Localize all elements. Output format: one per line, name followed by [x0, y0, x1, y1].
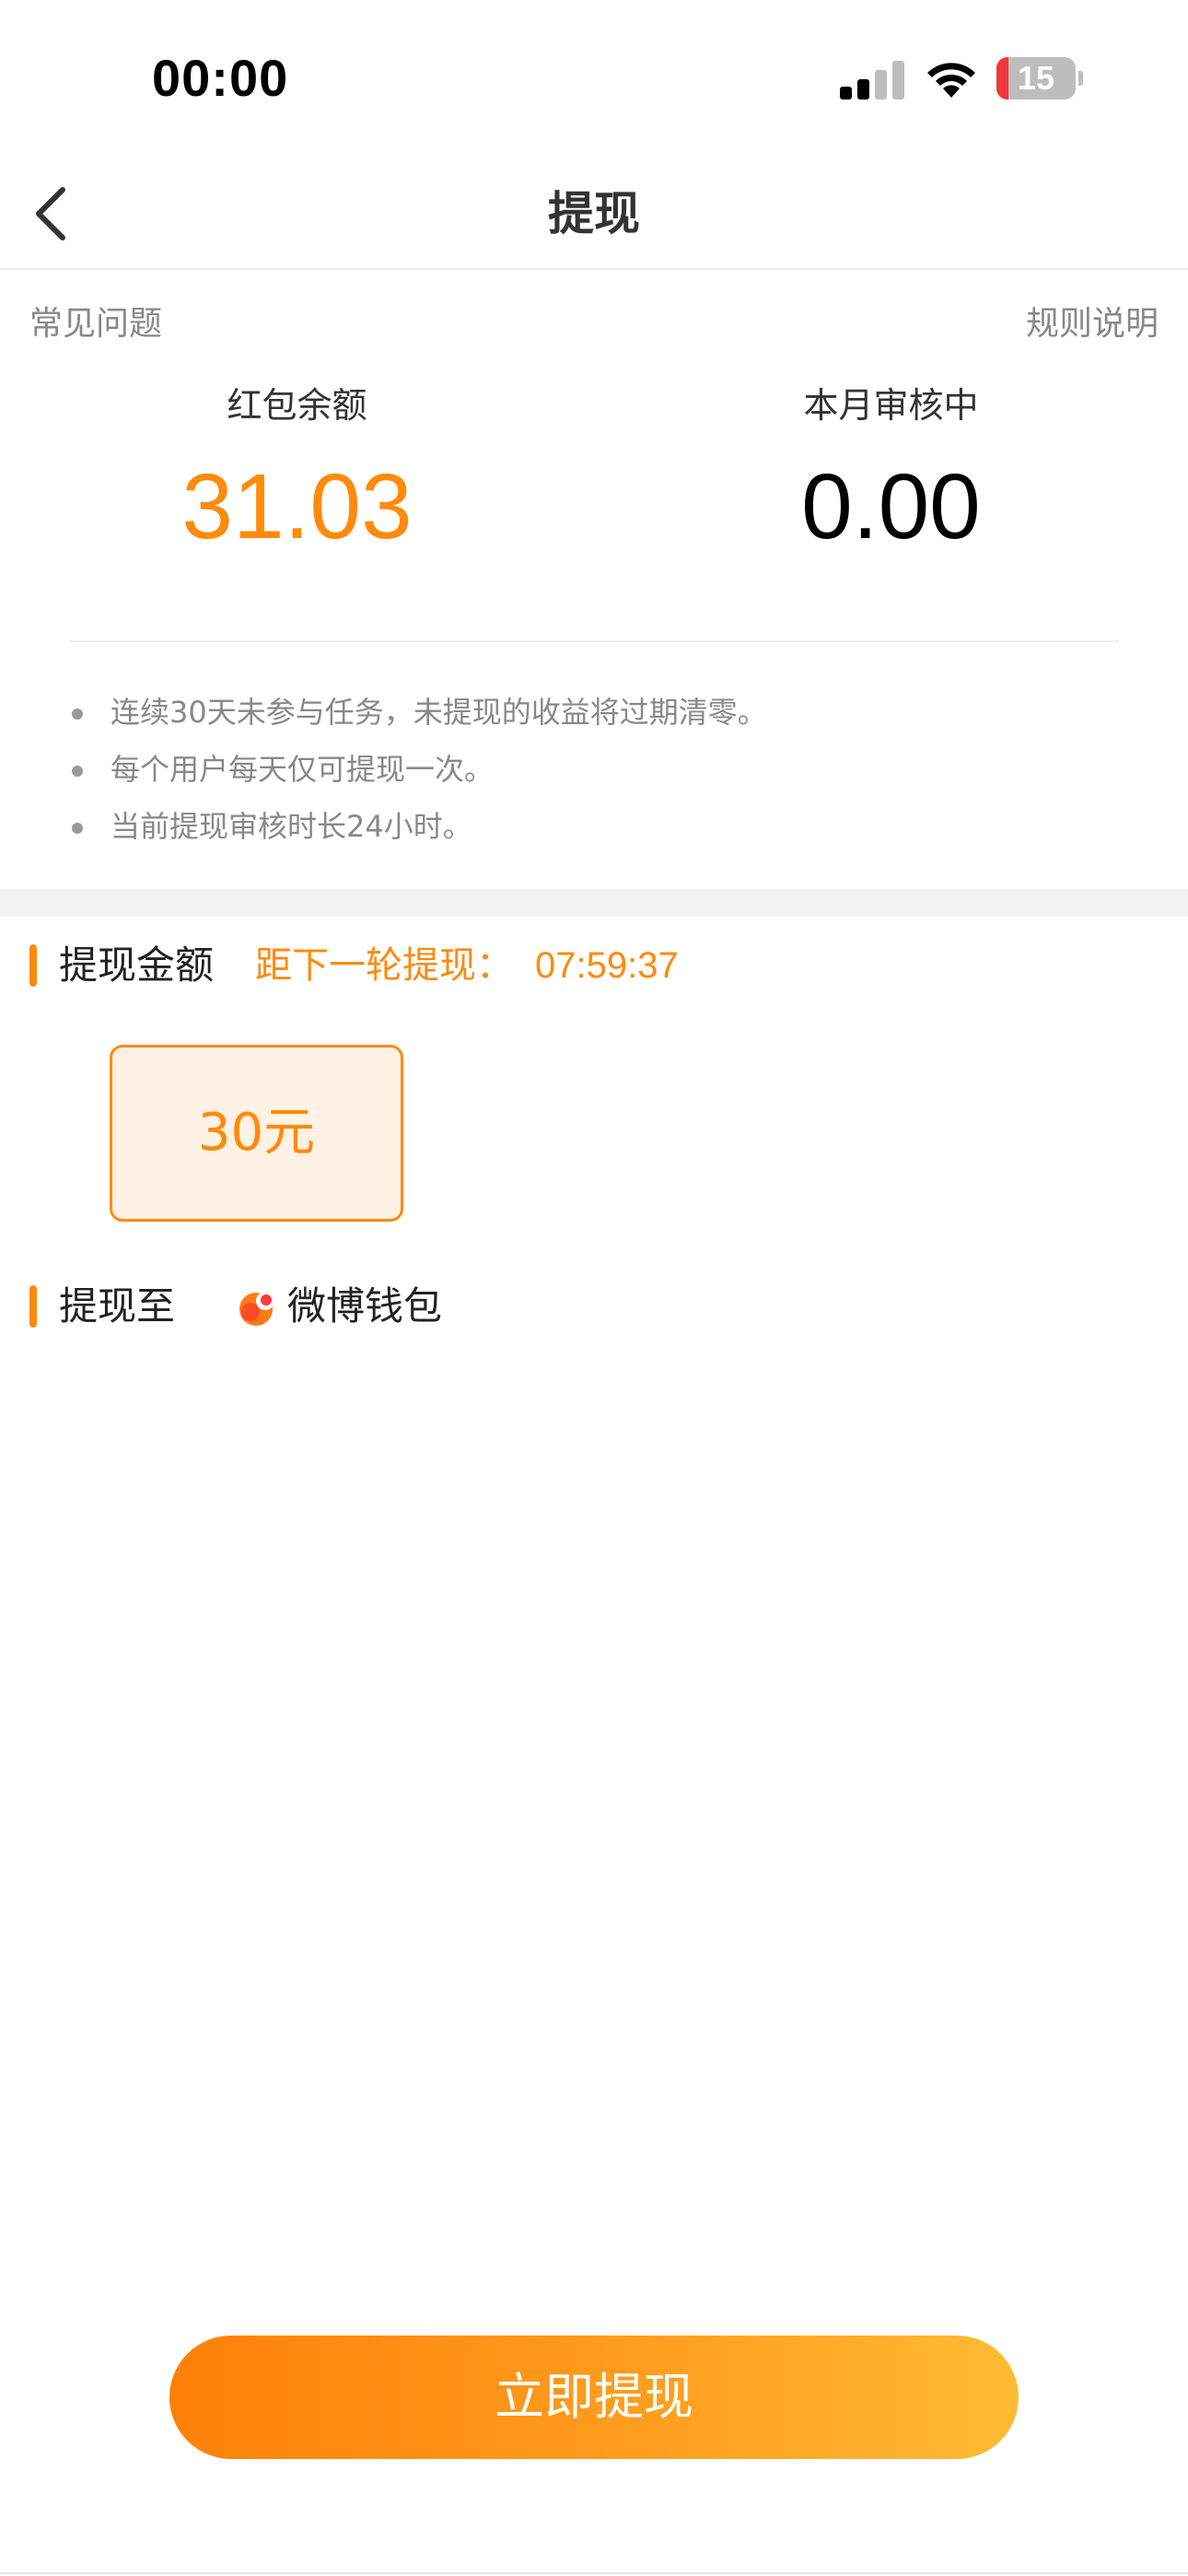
- destination-section-title: 提现至: [59, 1283, 176, 1329]
- withdraw-now-button[interactable]: 立即提现: [169, 2336, 1019, 2459]
- red-packet-balance: 红包余额 31.03: [0, 382, 594, 557]
- bullet-icon: [72, 708, 83, 720]
- section-separator: [0, 889, 1188, 917]
- notes-list: 连续30天未参与任务，未提现的收益将过期清零。 每个用户每天仅可提现一次。 当前…: [72, 684, 767, 855]
- page-title: 提现: [548, 187, 640, 240]
- red-packet-label: 红包余额: [227, 385, 367, 426]
- section-marker: [29, 1285, 37, 1328]
- amount-option-30[interactable]: 30元: [110, 1045, 403, 1222]
- weibo-wallet-icon: [239, 1292, 274, 1326]
- wallet-name: 微博钱包: [287, 1283, 443, 1329]
- nav-bar: 提现: [0, 158, 1188, 270]
- bullet-icon: [72, 823, 83, 834]
- list-item: 当前提现审核时长24小时。: [72, 798, 767, 855]
- reviewing-value: 0.00: [801, 455, 981, 558]
- section-marker: [29, 944, 37, 987]
- wifi-icon: [927, 63, 975, 98]
- reviewing-balance: 本月审核中 0.00: [594, 382, 1188, 557]
- list-item: 每个用户每天仅可提现一次。: [72, 741, 767, 798]
- status-time: 00:00: [152, 49, 289, 107]
- rules-link[interactable]: 规则说明: [1026, 297, 1159, 345]
- countdown-time: 07:59:37: [535, 945, 679, 986]
- bullet-icon: [72, 766, 83, 777]
- battery-level: 15: [1017, 59, 1055, 97]
- countdown: 距下一轮提现： 07:59:37: [255, 940, 679, 991]
- divider: [69, 640, 1119, 642]
- countdown-label: 距下一轮提现：: [255, 944, 513, 987]
- battery-icon: 15: [996, 57, 1083, 100]
- status-bar: 00:00 15: [0, 0, 1188, 158]
- note-text: 每个用户每天仅可提现一次。: [111, 752, 495, 787]
- faq-link[interactable]: 常见问题: [29, 297, 162, 345]
- list-item: 连续30天未参与任务，未提现的收益将过期清零。: [72, 684, 767, 741]
- note-text: 当前提现审核时长24小时。: [111, 809, 472, 844]
- cellular-signal-icon: [840, 61, 904, 100]
- note-text: 连续30天未参与任务，未提现的收益将过期清零。: [111, 695, 767, 730]
- red-packet-value: 31.03: [181, 455, 413, 558]
- bottom-divider: [0, 2572, 1188, 2574]
- amount-section-title: 提现金额: [59, 943, 215, 988]
- reviewing-label: 本月审核中: [803, 385, 979, 426]
